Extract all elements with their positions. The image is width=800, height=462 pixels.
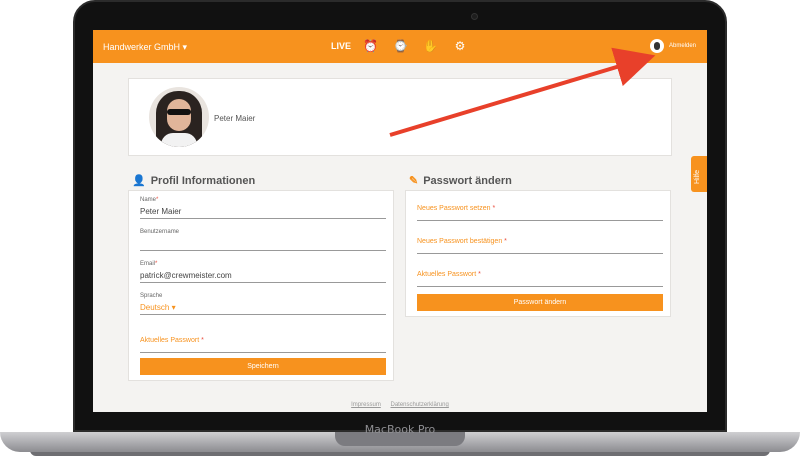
profile-info-title: 👤 Profil Informationen — [132, 175, 256, 187]
privacy-link[interactable]: Datenschutzerklärung — [390, 402, 448, 408]
laptop-brand-label: MacBook Pro — [364, 423, 436, 436]
save-button[interactable]: Speichern — [140, 358, 386, 375]
company-selector[interactable]: Handwerker GmbH ▾ — [103, 42, 187, 53]
password-title: ✎ Passwort ändern — [409, 175, 512, 187]
help-tab[interactable]: Hilfe — [691, 156, 707, 192]
profile-info-panel: Name* Peter Maier Benutzername Email* pa… — [128, 190, 394, 381]
gear-icon[interactable]: ⚙ — [453, 39, 467, 53]
footer: Impressum Datenschutzerklärung — [93, 402, 707, 408]
change-password-button[interactable]: Passwort ändern — [417, 294, 663, 311]
app-screen: Handwerker GmbH ▾ LIVE ⏰ ⌚ ✋ ⚙ Abmelden … — [93, 30, 707, 412]
alarm-icon[interactable]: ⏰ — [363, 39, 378, 53]
profile-photo — [149, 87, 209, 147]
profile-card: Peter Maier — [128, 78, 672, 156]
camera — [471, 13, 478, 20]
handshake-icon[interactable]: ✋ — [423, 39, 438, 53]
logout-link[interactable]: Abmelden — [669, 43, 696, 49]
impressum-link[interactable]: Impressum — [351, 402, 381, 408]
pencil-icon: ✎ — [409, 175, 419, 187]
laptop-stage: MacBook Pro Handwerker GmbH ▾ LIVE ⏰ ⌚ ✋… — [0, 0, 800, 462]
password-panel: Neues Passwort setzen * Neues Passwort b… — [405, 190, 671, 317]
clock-calendar-icon[interactable]: ⌚ — [393, 39, 408, 53]
user-icon: 👤 — [132, 175, 146, 187]
user-avatar[interactable] — [650, 39, 664, 53]
top-bar: Handwerker GmbH ▾ LIVE ⏰ ⌚ ✋ ⚙ Abmelden — [93, 30, 707, 63]
profile-name: Peter Maier — [214, 114, 256, 123]
nav-live[interactable]: LIVE — [331, 41, 351, 51]
